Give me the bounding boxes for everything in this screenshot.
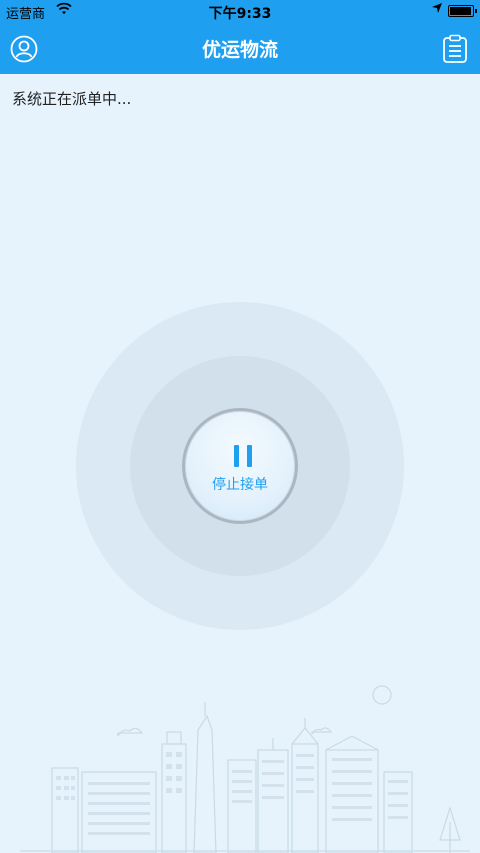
nav-bar: 优运物流 <box>0 22 480 74</box>
location-arrow-icon <box>432 3 442 16</box>
orders-button[interactable] <box>442 34 468 64</box>
dispatch-status-text: 系统正在派单中... <box>12 90 132 108</box>
page-title: 优运物流 <box>201 39 278 61</box>
stop-button-label: 停止接单 <box>212 477 268 493</box>
order-list-icon <box>443 34 467 63</box>
city-skyline-illustration <box>20 685 470 853</box>
battery-icon <box>448 5 477 17</box>
status-time: 下午9:33 <box>208 6 272 22</box>
pause-icon <box>234 445 252 467</box>
stop-accepting-orders-button[interactable]: 停止接单 <box>182 408 298 524</box>
status-bar: 运营商 下午9:33 <box>0 0 480 22</box>
